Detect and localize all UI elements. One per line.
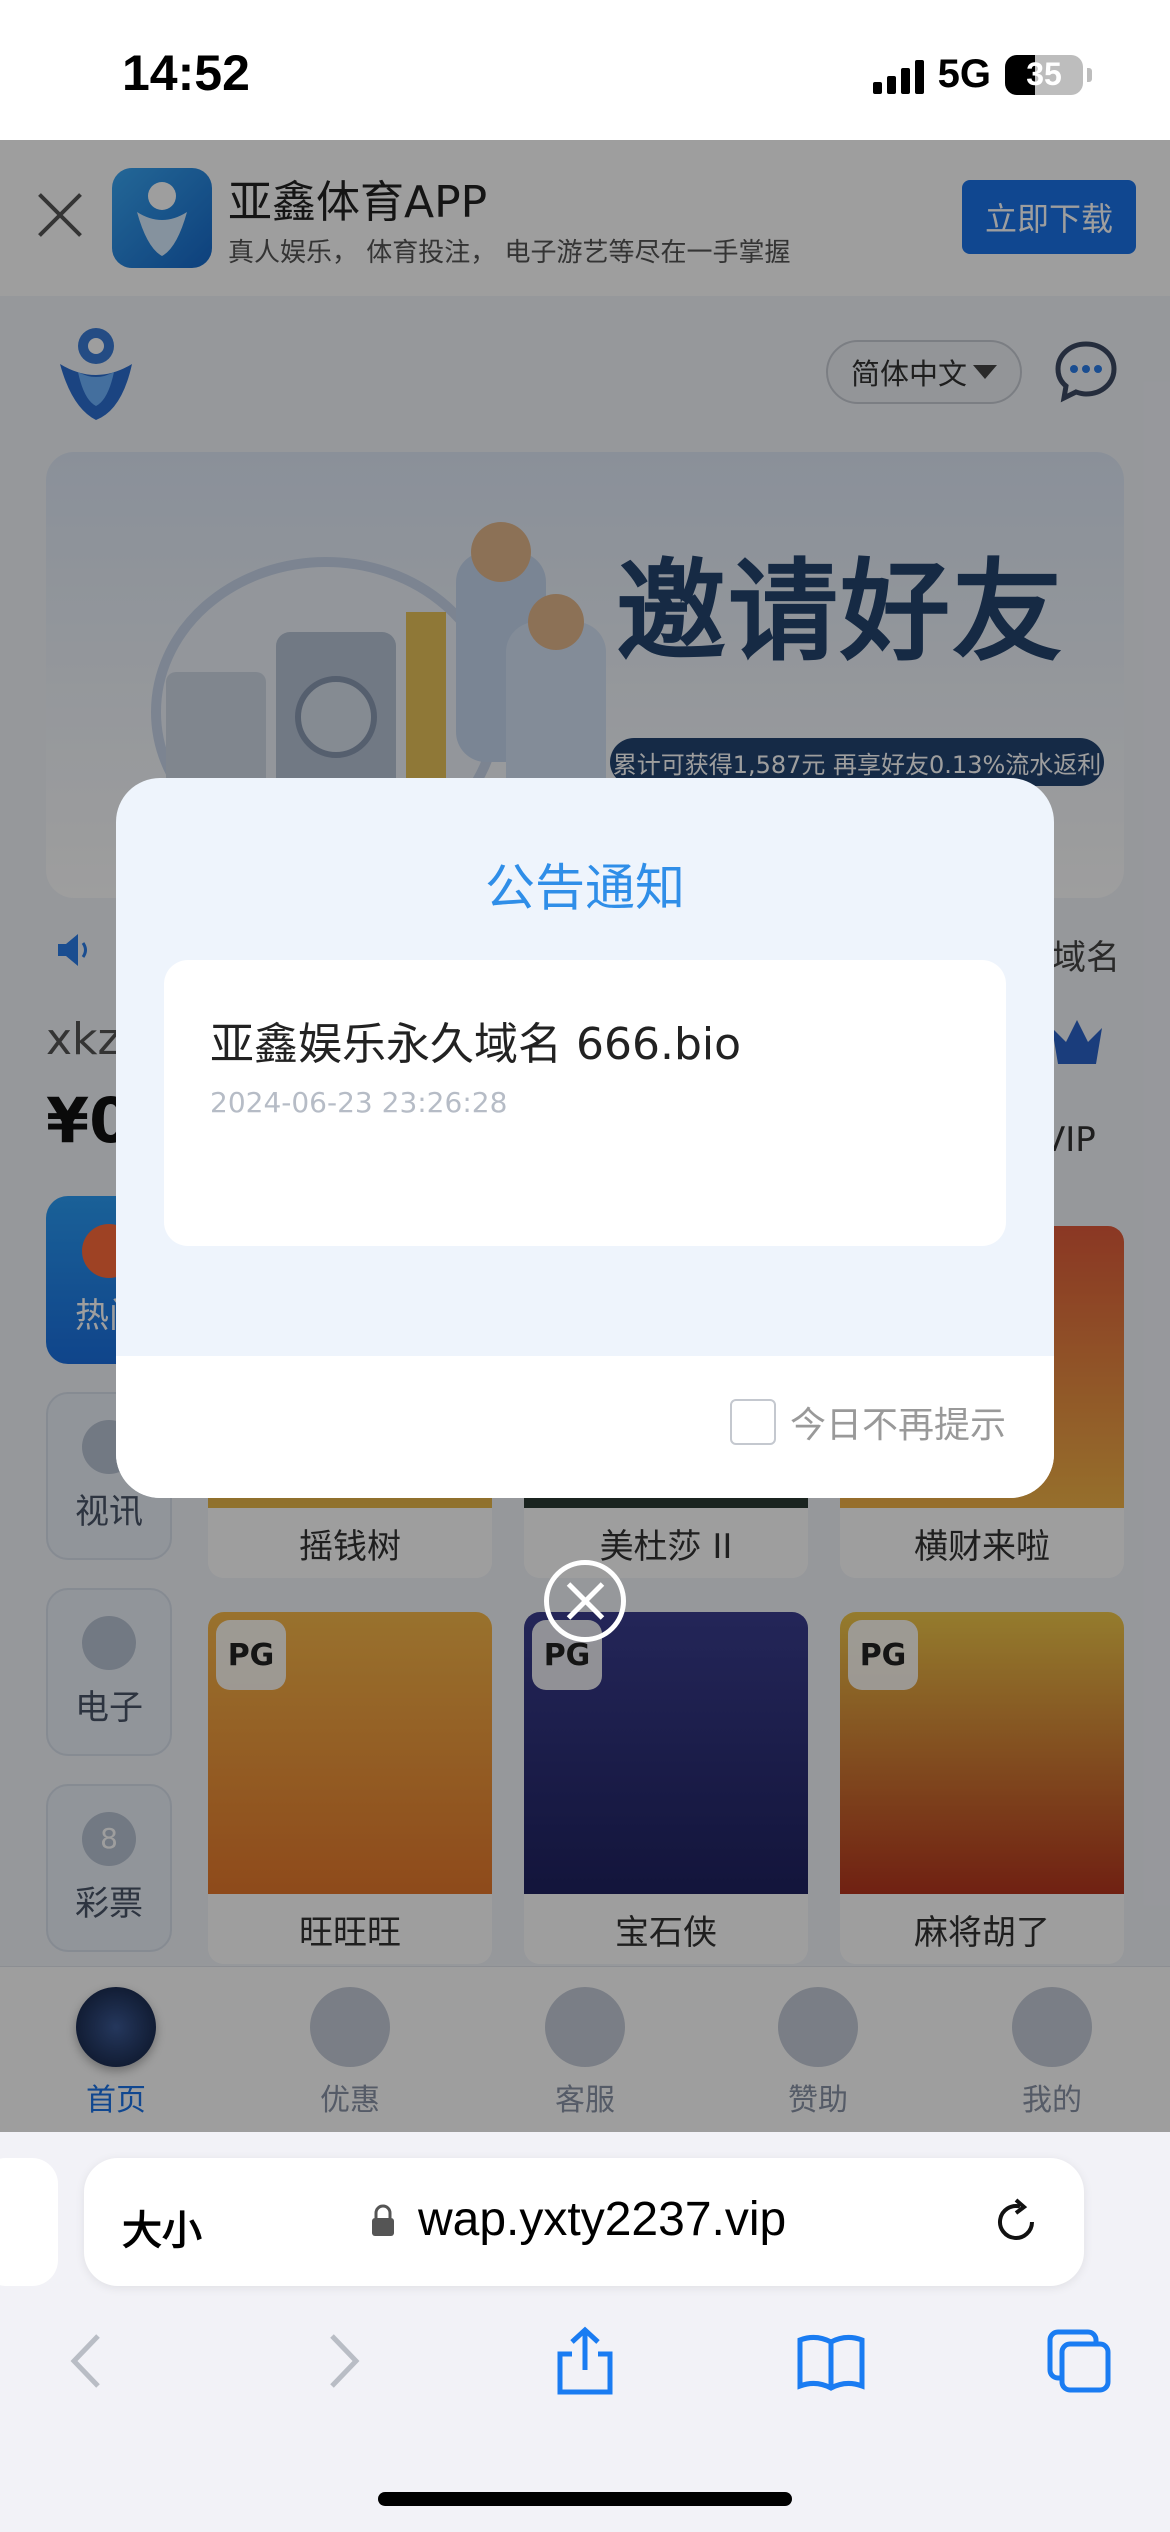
announcement-modal: 公告通知 亚鑫娱乐永久域名 666.bio 2024-06-23 23:26:2… (116, 778, 1054, 1498)
dont-show-label: 今日不再提示 (789, 1405, 1006, 1446)
status-time: 14:52 (122, 45, 250, 101)
home-indicator (378, 2492, 792, 2506)
forward-icon[interactable] (306, 2326, 376, 2396)
signal-icon (872, 56, 924, 94)
modal-footer: 今日不再提示 (116, 1356, 1054, 1498)
lock-icon (372, 2204, 394, 2236)
modal-close-button[interactable] (544, 1560, 626, 1642)
status-bar: 14:52 5G 35 (0, 0, 1170, 140)
battery-level: 35 (1026, 56, 1062, 92)
dont-show-today-toggle[interactable]: 今日不再提示 (729, 1396, 1006, 1448)
checkbox[interactable] (729, 1399, 776, 1445)
notice-time: 2024-06-23 23:26:28 (210, 1086, 508, 1119)
text-size-button[interactable]: 大小 (122, 2198, 202, 2256)
status-indicators: 5G 35 (872, 52, 1092, 97)
reload-icon[interactable] (990, 2196, 1042, 2248)
modal-title: 公告通知 (485, 859, 685, 917)
tabs-icon[interactable] (1044, 2326, 1114, 2396)
url-text[interactable]: wap.yxty2237.vip (418, 2192, 786, 2247)
notice-item[interactable]: 亚鑫娱乐永久域名 666.bio 2024-06-23 23:26:28 (164, 960, 1006, 1246)
screen: 14:52 5G 35 亚鑫体育APP 真人娱乐， 体育投注， 电子游艺等尽在一… (0, 0, 1170, 2532)
network-type: 5G (937, 52, 991, 96)
browser-toolbar: 大小 wap.yxty2237.vip (0, 2132, 1170, 2532)
back-icon[interactable] (54, 2326, 124, 2396)
share-icon[interactable] (550, 2326, 620, 2396)
address-bar[interactable]: 大小 wap.yxty2237.vip (84, 2158, 1084, 2286)
previous-tab[interactable] (0, 2158, 58, 2286)
bookmarks-icon[interactable] (796, 2326, 866, 2396)
battery-icon: 35 (1005, 54, 1083, 95)
notice-text: 亚鑫娱乐永久域名 666.bio (210, 1019, 742, 1070)
